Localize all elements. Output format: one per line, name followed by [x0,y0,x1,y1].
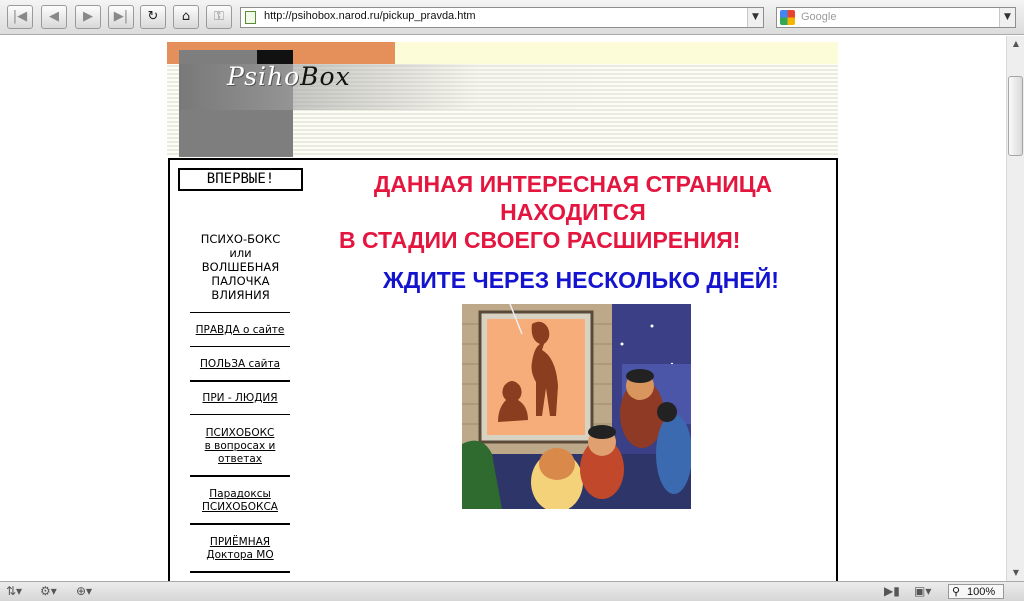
home-icon[interactable]: ⌂ [173,5,199,29]
sync-icon[interactable]: ⇅▾ [6,584,22,598]
page-viewport: PsihoBox ВПЕРВЫЕ! ПСИХО-БОКС или ВОЛШЕБН… [0,36,1006,581]
chevron-down-icon[interactable]: ▼ [999,8,1015,27]
sidebar-link-doctor-mo[interactable]: ПРИЁМНАЯ Доктора МО [190,536,290,562]
heading-line: ПСИХО-БОКС [200,232,281,246]
first-page-icon[interactable]: |◀ [7,5,33,29]
sidebar-link-pravda[interactable]: ПРАВДА о сайте [190,324,290,337]
sidebar-link-polza[interactable]: ПОЛЬЗА сайта [190,358,290,371]
heading-line: или [229,246,252,260]
sidebar-divider [190,475,290,477]
link-line[interactable]: ПРАВДА о сайте [190,324,290,337]
link-line[interactable]: ПРИЁМНАЯ [190,536,290,549]
heading-line: ВЛИЯНИЯ [211,288,270,302]
link-line[interactable]: ПРИ - ЛЮДИЯ [190,392,290,405]
headline-line: ДАННАЯ ИНТЕРЕСНАЯ СТРАНИЦА [373,171,773,197]
sidebar-heading: ПСИХО-БОКС или ВОЛШЕБНАЯ ПАЛОЧКА ВЛИЯНИЯ [178,232,303,302]
scroll-up-icon[interactable]: ▲ [1008,36,1024,52]
header-banner: PsihoBox [167,42,838,157]
panel-icon[interactable]: ▶▮ [884,584,900,598]
browser-toolbar: |◀ ◀ ▶ ▶| ↻ ⌂ ⚿ http://psihobox.narod.ru… [0,0,1024,35]
headline-line: НАХОДИТСЯ [500,199,646,225]
headline-under-construction: ДАННАЯ ИНТЕРЕСНАЯ СТРАНИЦА НАХОДИТСЯ В С… [310,170,836,254]
banner-cream-strip [395,42,838,64]
content-frame: ВПЕРВЫЕ! ПСИХО-БОКС или ВОЛШЕБНАЯ ПАЛОЧК… [168,158,838,581]
link-line[interactable]: ПОЛЬЗА сайта [190,358,290,371]
zoom-icon: ⚲ [952,586,961,598]
sidebar-divider [190,571,290,573]
sidebar-divider [190,346,290,347]
sidebar-divider [190,312,290,313]
link-line[interactable]: ответах [190,453,290,466]
heading-line: ВОЛШЕБНАЯ [201,260,280,274]
zoom-value: 100% [967,586,996,598]
status-bar: ⇅▾ ⚙▾ ⊕▾ ▶▮ ▣▾ ⚲ 100% [0,581,1024,601]
sidebar-link-faq[interactable]: ПСИХОБОКС в вопросах и ответах [190,427,290,466]
logo-dark-text: Box [300,62,351,91]
first-time-button[interactable]: ВПЕРВЫЕ! [178,168,303,191]
headline-line: В СТАДИИ СВОЕГО РАСШИРЕНИЯ! [339,227,741,253]
cartoon-illustration [462,304,691,509]
link-line[interactable]: ПСИХОБОКСА [190,501,290,514]
sidebar-divider [190,414,290,415]
search-placeholder: Google [801,11,837,23]
sidebar-nav: ВПЕРВЫЕ! ПСИХО-БОКС или ВОЛШЕБНАЯ ПАЛОЧК… [170,160,310,581]
google-icon[interactable] [780,10,795,25]
key-icon[interactable]: ⚿ [206,5,232,29]
link-line[interactable]: в вопросах и [190,440,290,453]
globe-icon[interactable]: ⊕▾ [76,584,92,598]
image-icon[interactable]: ▣▾ [914,584,931,598]
page-icon [245,11,256,24]
sidebar-divider [190,523,290,525]
site-logo[interactable]: PsihoBox [227,62,351,91]
network-icon[interactable]: ⚙▾ [40,584,57,598]
headline-wait: ЖДИТЕ ЧЕРЕЗ НЕСКОЛЬКО ДНЕЙ! [383,267,779,293]
logo-light-text: Psiho [227,62,301,91]
search-input[interactable]: Google ▼ [776,7,1016,28]
sidebar-link-pri-lyudiya[interactable]: ПРИ - ЛЮДИЯ [190,392,290,405]
back-icon[interactable]: ◀ [41,5,67,29]
link-line[interactable]: Доктора МО [190,549,290,562]
chevron-down-icon[interactable]: ▼ [747,8,763,27]
last-page-icon[interactable]: ▶| [108,5,134,29]
link-line[interactable]: ПСИХОБОКС [190,427,290,440]
forward-icon[interactable]: ▶ [75,5,101,29]
heading-line: ПАЛОЧКА [211,274,270,288]
sidebar-link-paradoxes[interactable]: Парадоксы ПСИХОБОКСА [190,488,290,514]
address-text[interactable]: http://psihobox.narod.ru/pickup_pravda.h… [264,10,476,22]
scroll-thumb[interactable] [1008,76,1023,156]
reload-icon[interactable]: ↻ [140,5,166,29]
scroll-down-icon[interactable]: ▼ [1008,565,1024,581]
link-line[interactable]: Парадоксы [190,488,290,501]
cartoon-illustration-svg [462,304,691,509]
main-content: ДАННАЯ ИНТЕРЕСНАЯ СТРАНИЦА НАХОДИТСЯ В С… [310,160,836,581]
vertical-scrollbar[interactable]: ▲ ▼ [1006,36,1024,581]
address-bar[interactable]: http://psihobox.narod.ru/pickup_pravda.h… [240,7,764,28]
sidebar-divider [190,380,290,382]
zoom-control[interactable]: ⚲ 100% [948,584,1004,599]
